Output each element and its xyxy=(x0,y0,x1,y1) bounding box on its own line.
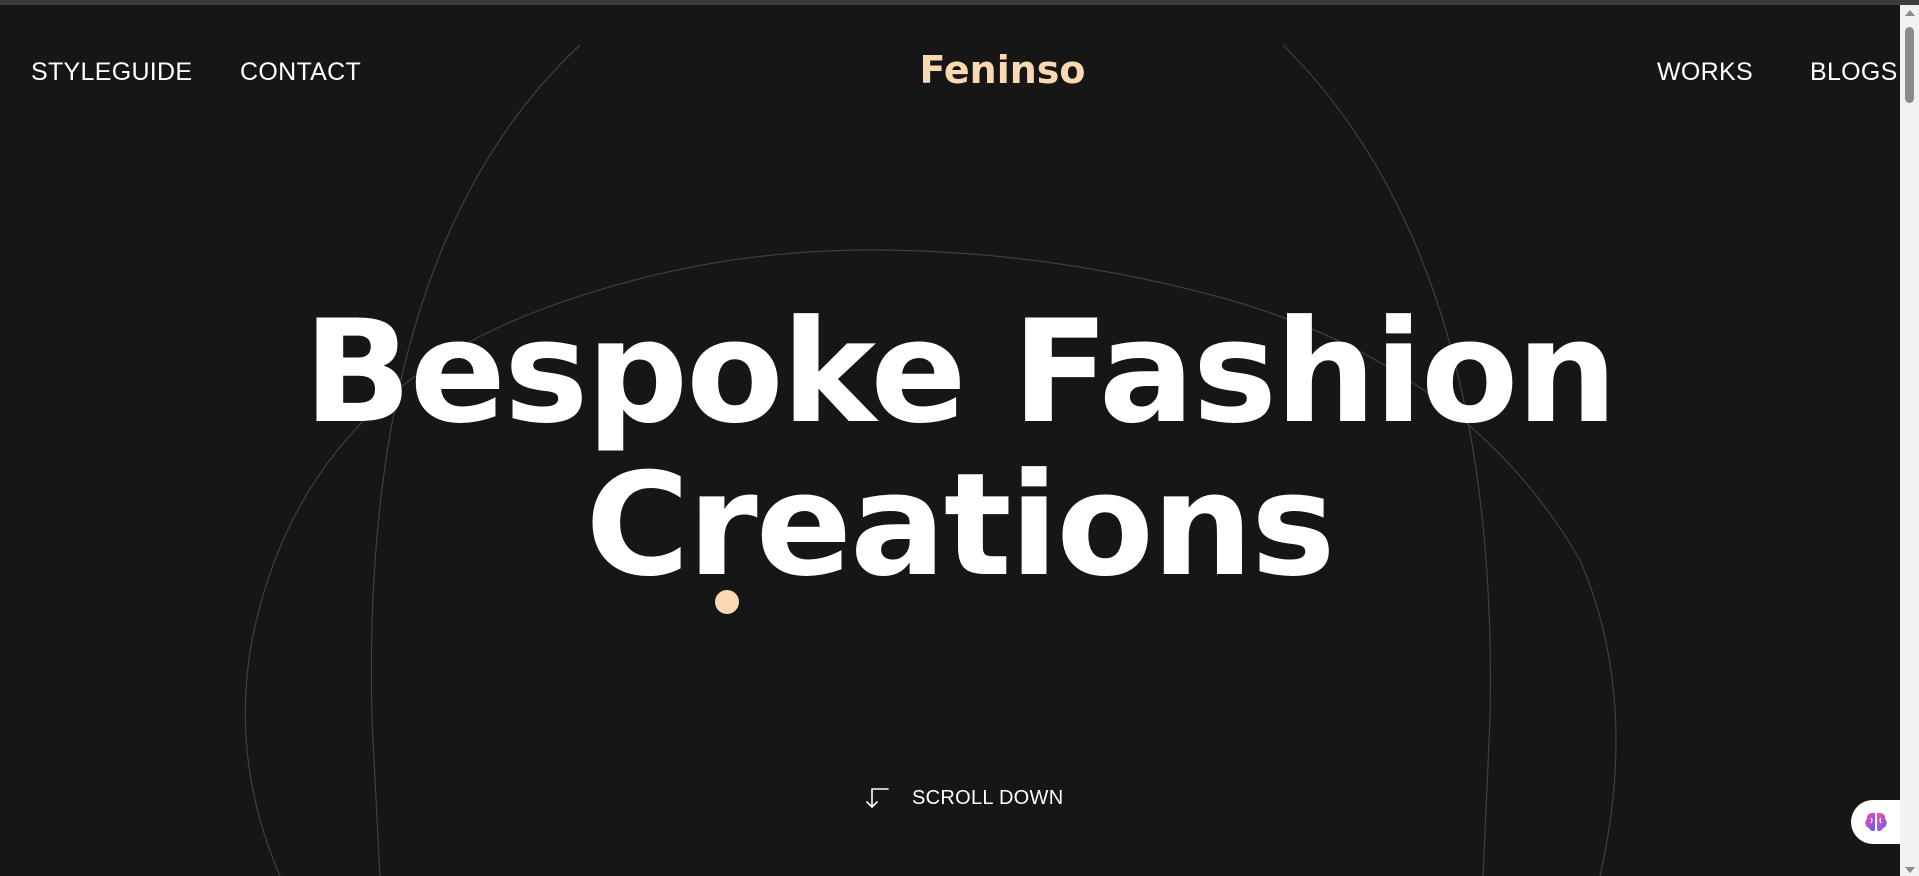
hero-title-line-1: Bespoke Fashion xyxy=(303,290,1617,455)
arrow-down-left-icon xyxy=(866,788,889,808)
scroll-down-button[interactable]: SCROLL DOWN xyxy=(862,786,1063,810)
browser-top-strip xyxy=(0,0,1919,5)
brain-icon xyxy=(1865,812,1887,832)
page: STYLEGUIDE CONTACT Feninso WORKS BLOGS B… xyxy=(0,0,1919,876)
page-scrollbar[interactable] xyxy=(1900,5,1919,876)
nav-works[interactable]: WORKS xyxy=(1657,58,1753,87)
scroll-down-label: SCROLL DOWN xyxy=(912,786,1064,809)
extension-widget[interactable] xyxy=(1851,800,1901,844)
scroll-down-arrow-icon[interactable] xyxy=(1905,867,1915,873)
hero-title-line-2: Creations xyxy=(585,443,1335,608)
nav-blogs[interactable]: BLOGS xyxy=(1810,58,1898,87)
site-logo[interactable]: Feninso xyxy=(0,48,1919,92)
scroll-thumb[interactable] xyxy=(1905,27,1914,103)
cursor-dot xyxy=(715,590,739,614)
scroll-up-arrow-icon[interactable] xyxy=(1905,10,1915,16)
